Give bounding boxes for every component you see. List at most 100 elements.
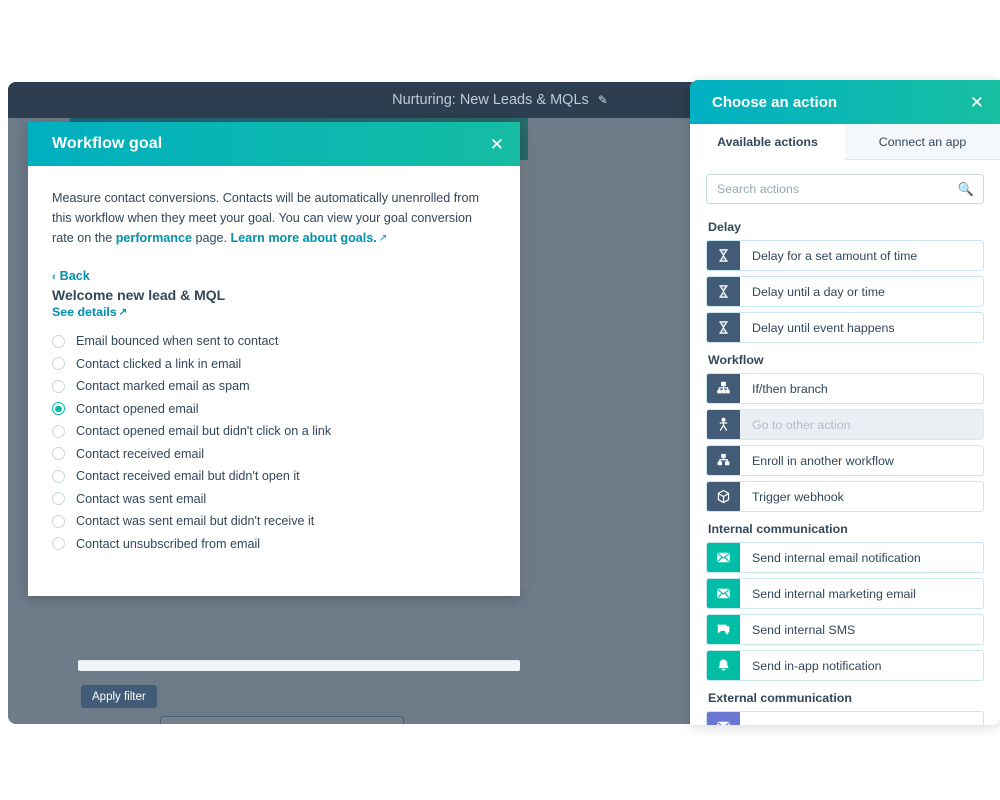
- back-link-label: Back: [59, 269, 90, 283]
- webhook-icon: [707, 482, 740, 511]
- action-item-send-internal-marketing-email[interactable]: Send internal marketing email: [706, 578, 984, 609]
- enroll-icon: [707, 446, 740, 475]
- back-link[interactable]: ‹ Back: [52, 269, 496, 283]
- external-link-icon: ↗: [118, 307, 128, 318]
- close-icon[interactable]: ✕: [490, 136, 504, 153]
- canvas-new-action-box[interactable]: New action: [160, 716, 404, 724]
- goal-option-9[interactable]: Contact unsubscribed from email: [52, 533, 496, 556]
- goal-option-8[interactable]: Contact was sent email but didn't receiv…: [52, 510, 496, 533]
- screenshot-root: Nurturing: New Leads & MQLs ✎ New action…: [0, 0, 1000, 800]
- goal-option-label: Contact received email: [76, 446, 205, 461]
- goal-option-0[interactable]: Email bounced when sent to contact: [52, 330, 496, 353]
- performance-link[interactable]: performance: [116, 231, 192, 245]
- action-search-box[interactable]: 🔍: [706, 174, 984, 204]
- action-item-delay-until-a-day-or-time[interactable]: Delay until a day or time: [706, 276, 984, 307]
- action-group-label-internal-communication: Internal communication: [708, 522, 848, 536]
- horizontal-scrollbar[interactable]: [78, 660, 520, 671]
- goal-modal-title: Workflow goal: [52, 135, 163, 152]
- goal-option-label: Contact opened email but didn't click on…: [76, 424, 332, 439]
- external-email-icon: [707, 712, 740, 725]
- goal-option-label: Contact opened email: [76, 401, 199, 416]
- choose-action-panel: Choose an action ✕ Available actions Conn…: [690, 80, 1000, 725]
- action-item-enroll-in-another-workflow[interactable]: Enroll in another workflow: [706, 445, 984, 476]
- action-item-label: Send internal email notification: [752, 550, 921, 565]
- goal-options-radio-group[interactable]: Email bounced when sent to contact Contac…: [52, 330, 496, 555]
- action-item-if-then-branch[interactable]: If/then branch: [706, 373, 984, 404]
- goal-option-1[interactable]: Contact clicked a link in email: [52, 353, 496, 376]
- action-item-label: Enroll in another workflow: [752, 453, 894, 468]
- workflow-goal-modal: Workflow goal ✕ Measure contact conversi…: [28, 122, 520, 708]
- action-item-send-internal-email-notification[interactable]: Send internal email notification: [706, 542, 984, 573]
- search-input[interactable]: [717, 182, 953, 196]
- radio-icon[interactable]: [52, 424, 65, 438]
- hourglass-icon: [707, 277, 740, 306]
- action-search-wrap: 🔍: [690, 160, 1000, 210]
- radio-icon[interactable]: [52, 492, 65, 506]
- action-item-label: Go to other action: [752, 417, 851, 432]
- action-item-label: Delay until event happens: [752, 320, 895, 335]
- goto-icon: [707, 410, 740, 439]
- bell-icon: [707, 651, 740, 680]
- tab-available-actions[interactable]: Available actions: [690, 124, 845, 160]
- tab-label: Connect an app: [878, 134, 967, 149]
- goal-option-label: Contact received email but didn't open i…: [76, 469, 300, 484]
- apply-filter-button[interactable]: Apply filter: [81, 685, 157, 708]
- external-link-icon: ↗: [378, 233, 388, 244]
- goal-option-label: Email bounced when sent to contact: [76, 334, 279, 349]
- action-groups-list[interactable]: Delay Delay for a set amount of time Delay…: [690, 210, 1000, 725]
- action-item-go-to-other-action: Go to other action: [706, 409, 984, 440]
- action-item-delay-for-a-set-amount-of-time[interactable]: Delay for a set amount of time: [706, 240, 984, 271]
- chevron-left-icon: ‹: [52, 271, 56, 283]
- goal-option-7[interactable]: Contact was sent email: [52, 488, 496, 511]
- radio-icon[interactable]: [52, 379, 65, 393]
- radio-icon[interactable]: [52, 402, 65, 416]
- goal-option-6[interactable]: Contact received email but didn't open i…: [52, 465, 496, 488]
- action-panel-title: Choose an action: [712, 93, 838, 111]
- action-item-label: Send internal marketing email: [752, 586, 916, 601]
- goal-option-label: Contact was sent email: [76, 491, 207, 506]
- radio-icon[interactable]: [52, 357, 65, 371]
- action-item-label: Send in-app notification: [752, 658, 882, 673]
- tab-label: Available actions: [717, 135, 818, 149]
- action-group-label-external-communication: External communication: [708, 691, 852, 705]
- branch-icon: [707, 374, 740, 403]
- action-item-label: Delay for a set amount of time: [752, 248, 918, 263]
- action-panel-tabs[interactable]: Available actions Connect an app: [690, 124, 1000, 160]
- search-icon[interactable]: 🔍: [958, 183, 974, 196]
- goal-option-label: Contact clicked a link in email: [76, 356, 242, 371]
- action-item-label: If/then branch: [752, 381, 828, 396]
- hourglass-icon: [707, 313, 740, 342]
- action-group-label-delay: Delay: [708, 220, 742, 234]
- action-item-label: [740, 712, 752, 725]
- radio-icon[interactable]: [52, 447, 65, 461]
- action-item-trigger-webhook[interactable]: Trigger webhook: [706, 481, 984, 512]
- see-details-link[interactable]: See details ↗: [52, 305, 496, 319]
- action-item-send-in-app-notification[interactable]: Send in-app notification: [706, 650, 984, 681]
- action-group-label-workflow: Workflow: [708, 353, 764, 367]
- action-item-delay-until-event-happens[interactable]: Delay until event happens: [706, 312, 984, 343]
- goal-option-label: Contact unsubscribed from email: [76, 536, 261, 551]
- goal-option-4[interactable]: Contact opened email but didn't click on…: [52, 420, 496, 443]
- radio-icon[interactable]: [52, 469, 65, 483]
- action-item-send-internal-sms[interactable]: Send internal SMS: [706, 614, 984, 645]
- action-item-item-0[interactable]: [706, 711, 984, 725]
- envelope-icon: [707, 579, 740, 608]
- tab-connect-an-app[interactable]: Connect an app: [845, 124, 1000, 160]
- radio-icon[interactable]: [52, 334, 65, 348]
- close-icon[interactable]: ✕: [970, 94, 984, 111]
- goal-description: Measure contact conversions. Contacts wi…: [52, 188, 496, 250]
- action-item-label: Trigger webhook: [752, 489, 844, 504]
- hourglass-icon: [707, 241, 740, 270]
- radio-icon[interactable]: [52, 537, 65, 551]
- learn-more-goals-link[interactable]: Learn more about goals.: [231, 231, 377, 245]
- goal-subtitle: Welcome new lead & MQL: [52, 287, 226, 303]
- pencil-icon-overlay[interactable]: ✎: [598, 93, 608, 107]
- envelope-icon: [707, 543, 740, 572]
- goal-option-3[interactable]: Contact opened email: [52, 398, 496, 421]
- action-item-label: Delay until a day or time: [752, 284, 885, 299]
- radio-icon[interactable]: [52, 514, 65, 528]
- goal-modal-body: Measure contact conversions. Contacts wi…: [28, 166, 520, 555]
- goal-option-5[interactable]: Contact received email: [52, 443, 496, 466]
- goal-option-2[interactable]: Contact marked email as spam: [52, 375, 496, 398]
- see-details-label: See details: [52, 305, 117, 319]
